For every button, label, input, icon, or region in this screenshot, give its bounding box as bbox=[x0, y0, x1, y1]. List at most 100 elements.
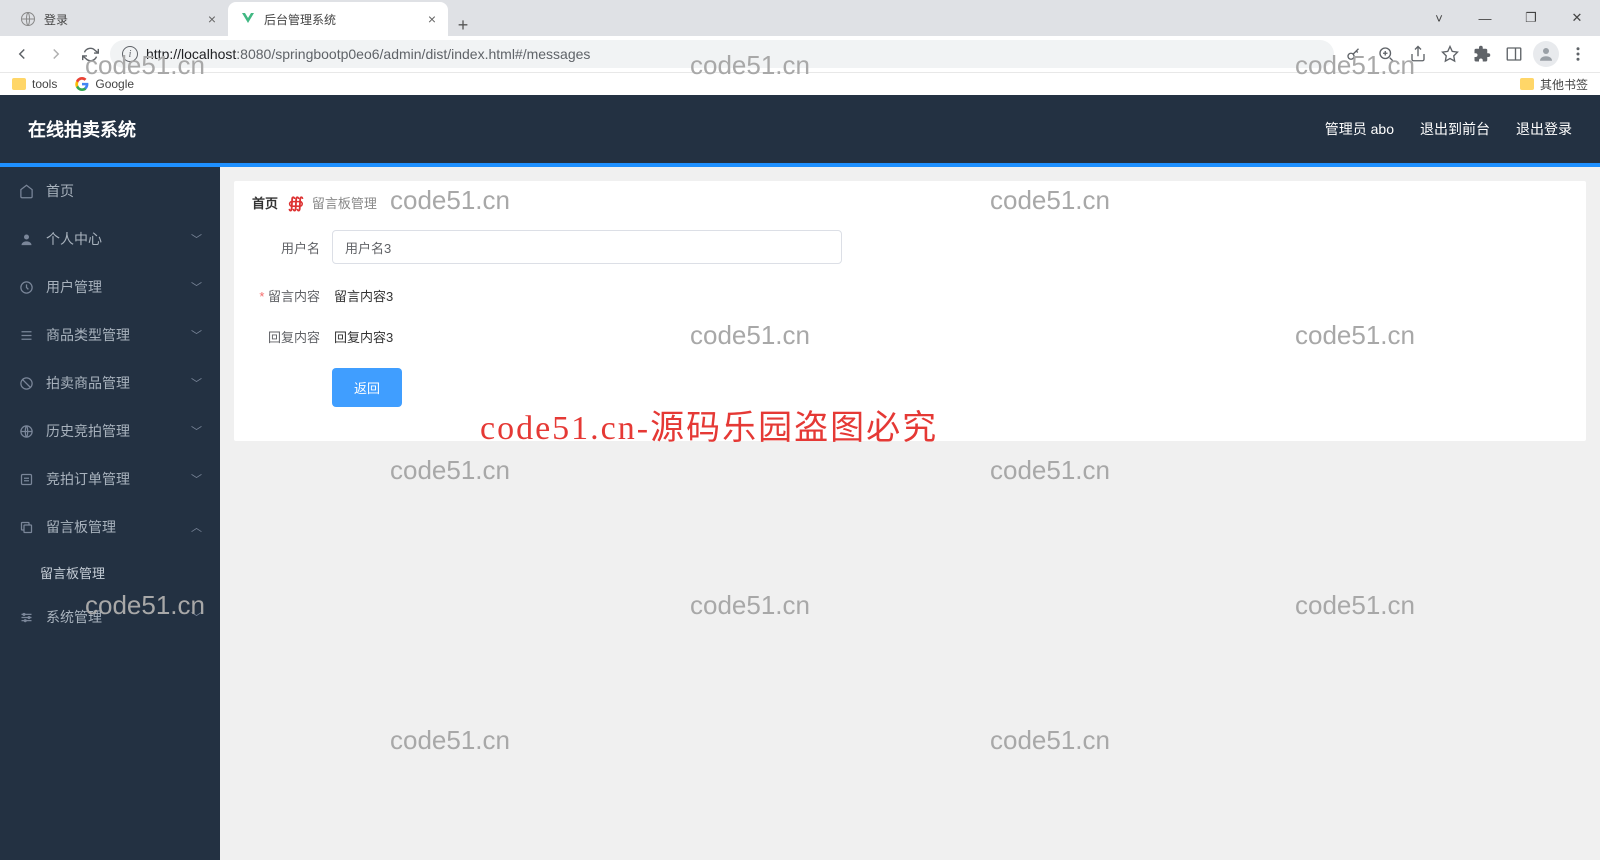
squiggle-icon: ∰ bbox=[288, 194, 302, 212]
extensions-icon[interactable] bbox=[1468, 40, 1496, 68]
app-title: 在线拍卖系统 bbox=[28, 116, 136, 142]
home-icon bbox=[18, 183, 34, 199]
reply-label: 回复内容 bbox=[252, 327, 332, 346]
menu-icon[interactable] bbox=[1564, 40, 1592, 68]
chevron-down-icon: ﹀ bbox=[191, 423, 202, 439]
clock-icon bbox=[18, 279, 34, 295]
window-controls: ˅ — ❐ ✕ bbox=[1416, 0, 1600, 36]
sidebar-label: 系统管理 bbox=[46, 607, 102, 627]
sidebar-item-message-board[interactable]: 留言板管理 ︿ bbox=[0, 503, 220, 551]
window-dropdown[interactable]: ˅ bbox=[1416, 0, 1462, 36]
breadcrumb-page: 留言板管理 bbox=[312, 193, 377, 212]
form-row-content: 留言内容 留言内容3 bbox=[252, 286, 1568, 305]
bookmark-star-icon[interactable] bbox=[1436, 40, 1464, 68]
sidebar-item-home[interactable]: 首页 bbox=[0, 167, 220, 215]
window-minimize[interactable]: — bbox=[1462, 0, 1508, 36]
sidebar: 首页 个人中心 ﹀ 用户管理 ﹀ 商品类型管理 ﹀ 拍卖商品管理 ﹀ 历史竞拍管… bbox=[0, 167, 220, 860]
google-icon bbox=[75, 77, 89, 91]
back-button[interactable] bbox=[8, 40, 36, 68]
logout-link[interactable]: 退出登录 bbox=[1516, 119, 1572, 139]
sidebar-item-user-mgmt[interactable]: 用户管理 ﹀ bbox=[0, 263, 220, 311]
forward-button[interactable] bbox=[42, 40, 70, 68]
sidebar-label: 首页 bbox=[46, 181, 74, 201]
share-icon[interactable] bbox=[1404, 40, 1432, 68]
globe-icon bbox=[20, 11, 36, 27]
sidebar-subitem-message-board[interactable]: 留言板管理 bbox=[0, 551, 220, 593]
sidebar-label: 拍卖商品管理 bbox=[46, 373, 130, 393]
folder-icon bbox=[12, 78, 26, 90]
folder-icon bbox=[1520, 78, 1534, 90]
sidebar-label: 竞拍订单管理 bbox=[46, 469, 130, 489]
sidebar-item-auction-product[interactable]: 拍卖商品管理 ﹀ bbox=[0, 359, 220, 407]
profile-avatar[interactable] bbox=[1532, 40, 1560, 68]
sidebar-label: 个人中心 bbox=[46, 229, 102, 249]
ban-icon bbox=[18, 375, 34, 391]
bookmark-other[interactable]: 其他书签 bbox=[1520, 76, 1588, 93]
close-icon[interactable]: × bbox=[428, 11, 436, 27]
browser-chrome: 登录 × 后台管理系统 × + ˅ — ❐ ✕ i http: bbox=[0, 0, 1600, 95]
sidebar-label: 留言板管理 bbox=[46, 517, 116, 537]
bookmark-bar: tools Google 其他书签 bbox=[0, 72, 1600, 95]
to-front-link[interactable]: 退出到前台 bbox=[1420, 119, 1490, 139]
address-bar: i http://localhost:8080/springbootp0eo6/… bbox=[0, 36, 1600, 72]
app-body: 首页 个人中心 ﹀ 用户管理 ﹀ 商品类型管理 ﹀ 拍卖商品管理 ﹀ 历史竞拍管… bbox=[0, 167, 1600, 860]
new-tab-button[interactable]: + bbox=[448, 15, 478, 36]
form-row-reply: 回复内容 回复内容3 bbox=[252, 327, 1568, 346]
admin-label[interactable]: 管理员 abo bbox=[1325, 119, 1394, 139]
sidebar-item-history-bid[interactable]: 历史竞拍管理 ﹀ bbox=[0, 407, 220, 455]
vue-icon bbox=[240, 11, 256, 27]
chevron-down-icon: ﹀ bbox=[191, 279, 202, 295]
copy-icon bbox=[18, 519, 34, 535]
globe-icon bbox=[18, 423, 34, 439]
sidebar-item-personal[interactable]: 个人中心 ﹀ bbox=[0, 215, 220, 263]
url-text: http://localhost:8080/springbootp0eo6/ad… bbox=[146, 46, 590, 62]
url-input[interactable]: i http://localhost:8080/springbootp0eo6/… bbox=[110, 40, 1334, 68]
chevron-down-icon: ﹀ bbox=[191, 231, 202, 247]
breadcrumb: 首页 ∰ 留言板管理 bbox=[252, 193, 1568, 212]
browser-tab-login[interactable]: 登录 × bbox=[8, 2, 228, 36]
key-icon[interactable] bbox=[1340, 40, 1368, 68]
content-label: 留言内容 bbox=[259, 289, 320, 304]
username-label: 用户名 bbox=[252, 238, 332, 257]
main-panel: 首页 ∰ 留言板管理 用户名 留言内容 留言内容3 回复内容 回复内容3 返回 bbox=[234, 181, 1586, 441]
sidebar-item-system[interactable]: 系统管理 ﹀ bbox=[0, 593, 220, 641]
form-row-username: 用户名 bbox=[252, 230, 1568, 264]
sidebar-label: 商品类型管理 bbox=[46, 325, 130, 345]
header-actions: 管理员 abo 退出到前台 退出登录 bbox=[1325, 119, 1572, 139]
bookmark-google[interactable]: Google bbox=[75, 77, 134, 91]
zoom-icon[interactable] bbox=[1372, 40, 1400, 68]
tab-title: 登录 bbox=[44, 11, 68, 28]
chevron-down-icon: ﹀ bbox=[191, 471, 202, 487]
order-icon bbox=[18, 471, 34, 487]
window-close[interactable]: ✕ bbox=[1554, 0, 1600, 36]
username-input[interactable] bbox=[332, 230, 842, 264]
content-value: 留言内容3 bbox=[332, 286, 393, 305]
content-area: 首页 ∰ 留言板管理 用户名 留言内容 留言内容3 回复内容 回复内容3 返回 bbox=[220, 167, 1600, 860]
close-icon[interactable]: × bbox=[208, 11, 216, 27]
sidebar-label: 用户管理 bbox=[46, 277, 102, 297]
panel-icon[interactable] bbox=[1500, 40, 1528, 68]
chevron-up-icon: ︿ bbox=[191, 519, 202, 535]
sidebar-item-product-type[interactable]: 商品类型管理 ﹀ bbox=[0, 311, 220, 359]
bookmark-tools[interactable]: tools bbox=[12, 77, 57, 91]
chevron-down-icon: ﹀ bbox=[191, 375, 202, 391]
sidebar-item-bid-order[interactable]: 竞拍订单管理 ﹀ bbox=[0, 455, 220, 503]
chevron-down-icon: ﹀ bbox=[191, 327, 202, 343]
button-row: 返回 bbox=[252, 368, 1568, 407]
sidebar-label: 留言板管理 bbox=[40, 563, 105, 582]
tab-title: 后台管理系统 bbox=[264, 11, 336, 28]
sidebar-label: 历史竞拍管理 bbox=[46, 421, 130, 441]
settings-icon bbox=[18, 609, 34, 625]
tab-strip: 登录 × 后台管理系统 × + ˅ — ❐ ✕ bbox=[0, 0, 1600, 36]
list-icon bbox=[18, 327, 34, 343]
app-header: 在线拍卖系统 管理员 abo 退出到前台 退出登录 bbox=[0, 95, 1600, 167]
back-button[interactable]: 返回 bbox=[332, 368, 402, 407]
reply-value: 回复内容3 bbox=[332, 327, 393, 346]
site-info-icon[interactable]: i bbox=[122, 46, 138, 62]
window-maximize[interactable]: ❐ bbox=[1508, 0, 1554, 36]
reload-button[interactable] bbox=[76, 40, 104, 68]
breadcrumb-home[interactable]: 首页 bbox=[252, 193, 278, 212]
user-icon bbox=[18, 231, 34, 247]
chevron-down-icon: ﹀ bbox=[191, 609, 202, 625]
browser-tab-admin[interactable]: 后台管理系统 × bbox=[228, 2, 448, 36]
